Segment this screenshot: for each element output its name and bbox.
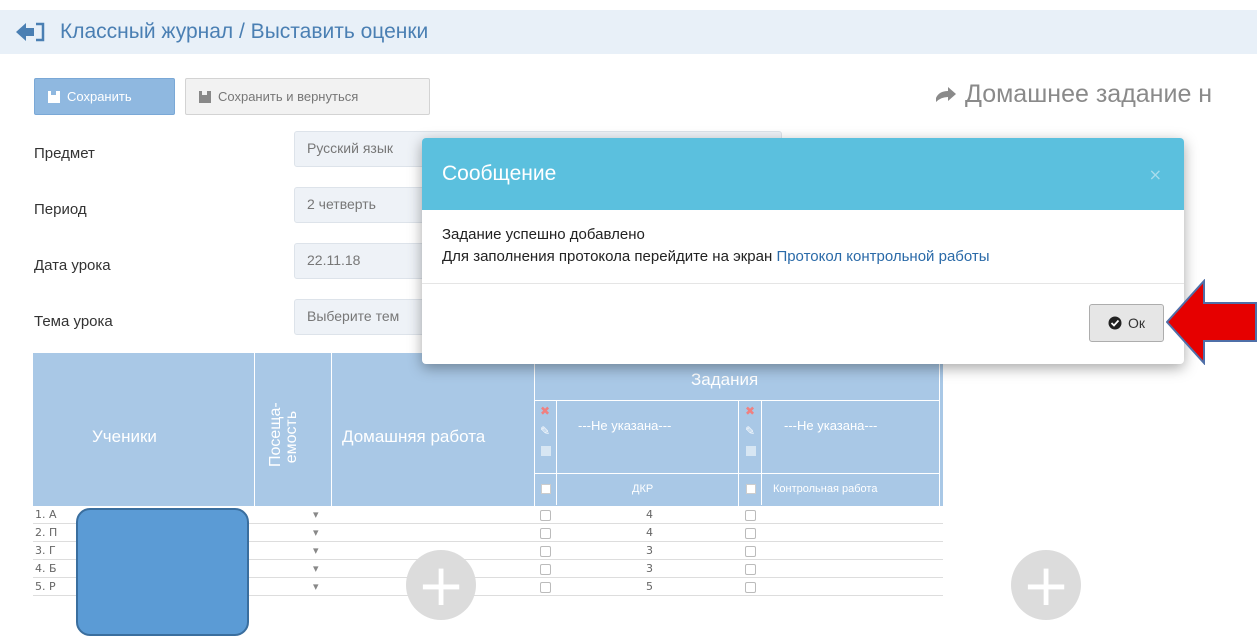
task1-grade[interactable]: 4: [646, 526, 653, 539]
task1-checkbox[interactable]: [540, 510, 551, 521]
tasks-column-header: Задания: [691, 370, 759, 389]
subject-label: Предмет: [34, 145, 95, 162]
save-icon: [48, 90, 60, 103]
task1-grade[interactable]: 4: [646, 508, 653, 521]
task1-checkbox[interactable]: [540, 546, 551, 557]
attendance-dropdown[interactable]: ▾: [313, 544, 319, 557]
task1-checkbox[interactable]: [540, 564, 551, 575]
task1-name[interactable]: ---Не указана---: [578, 418, 671, 433]
task2-name[interactable]: ---Не указана---: [784, 418, 877, 433]
save-and-return-label: Сохранить и вернуться: [218, 89, 359, 104]
task2-select-all-checkbox[interactable]: [746, 484, 756, 494]
delete-task2-icon[interactable]: ✖: [745, 404, 755, 418]
add-task-plus-icon[interactable]: +: [1011, 550, 1081, 620]
header-bar: Классный журнал / Выставить оценки: [0, 10, 1257, 54]
message-dialog: Сообщение × Задание успешно добавлено Дл…: [422, 138, 1184, 364]
task2-checkbox[interactable]: [745, 528, 756, 539]
ok-button[interactable]: Ок: [1089, 304, 1164, 342]
save-button[interactable]: Сохранить: [34, 78, 175, 115]
page-title: Классный журнал / Выставить оценки: [60, 20, 429, 43]
student-name: 3. Г: [35, 544, 56, 557]
attendance-dropdown[interactable]: ▾: [313, 526, 319, 539]
student-name: 5. Р: [35, 580, 56, 593]
task1-checkbox[interactable]: [540, 528, 551, 539]
dialog-message-line1: Задание успешно добавлено: [442, 226, 645, 243]
dialog-header: Сообщение ×: [422, 138, 1184, 210]
check-circle-icon: [1108, 316, 1122, 330]
students-column-header: Ученики: [92, 427, 157, 446]
attendance-dropdown[interactable]: ▾: [313, 580, 319, 593]
attendance-column-header: Посеща-емость: [267, 402, 300, 467]
student-name: 4. Б: [35, 562, 57, 575]
dialog-title: Сообщение: [442, 162, 557, 185]
task2-checkbox[interactable]: [745, 564, 756, 575]
save-icon: [199, 90, 211, 103]
save-button-label: Сохранить: [67, 89, 132, 104]
task1-grade[interactable]: 3: [646, 562, 653, 575]
task1-checkbox[interactable]: [540, 582, 551, 593]
protocol-link[interactable]: Протокол контрольной работы: [776, 248, 989, 265]
dialog-message-prefix: Для заполнения протокола перейдите на эк…: [442, 248, 777, 265]
period-label: Период: [34, 201, 87, 218]
task1-info-icon[interactable]: [541, 446, 551, 456]
arrow-right-icon: [936, 86, 956, 102]
homework-column-header: Домашняя работа: [342, 427, 486, 446]
attendance-dropdown[interactable]: ▾: [313, 562, 319, 575]
task1-type: ДКР: [632, 483, 654, 495]
close-icon[interactable]: ×: [1149, 165, 1162, 184]
new-task-column-header[interactable]: Новое задание: [968, 427, 1087, 447]
redaction-box: [76, 508, 249, 636]
student-name: 2. П: [35, 526, 58, 539]
save-and-return-button[interactable]: Сохранить и вернуться: [185, 78, 430, 115]
task1-grade[interactable]: 3: [646, 544, 653, 557]
ok-button-label: Ок: [1127, 315, 1145, 331]
task2-checkbox[interactable]: [745, 546, 756, 557]
lesson-topic-label: Тема урока: [34, 313, 113, 330]
back-arrow-icon[interactable]: [14, 21, 48, 43]
dialog-message-line2: Для заполнения протокола перейдите на эк…: [442, 246, 1164, 268]
task2-checkbox[interactable]: [745, 510, 756, 521]
dialog-body: Задание успешно добавлено Для заполнения…: [422, 210, 1184, 284]
add-homework-plus-icon[interactable]: +: [406, 550, 476, 620]
task2-info-icon[interactable]: [746, 446, 756, 456]
task1-select-all-checkbox[interactable]: [541, 484, 551, 494]
task2-type: Контрольная работа: [773, 483, 878, 495]
student-name: 1. А: [35, 508, 57, 521]
delete-task1-icon[interactable]: ✖: [540, 404, 550, 418]
attendance-dropdown[interactable]: ▾: [313, 508, 319, 521]
task1-grade[interactable]: 5: [646, 580, 653, 593]
red-arrow-annotation: [1166, 279, 1257, 365]
edit-task2-icon[interactable]: ✎: [745, 424, 755, 438]
edit-task1-icon[interactable]: ✎: [540, 424, 550, 438]
task2-checkbox[interactable]: [745, 582, 756, 593]
homework-link-label: Домашнее задание н: [965, 80, 1213, 108]
lesson-date-label: Дата урока: [34, 257, 111, 274]
homework-link[interactable]: Домашнее задание н: [935, 80, 1212, 109]
